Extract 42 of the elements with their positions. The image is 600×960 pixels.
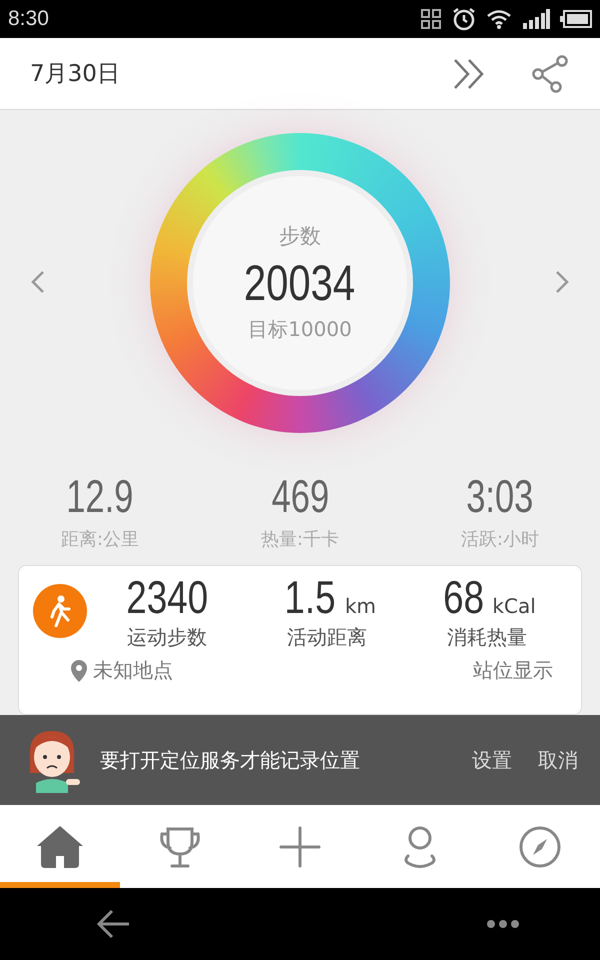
snackbar-action[interactable]: 取消 (538, 746, 578, 774)
metric-label: 运动步数 (127, 624, 207, 651)
metric-value: 68 (443, 570, 484, 624)
snackbar-action[interactable]: 设置 (472, 746, 512, 774)
metric-value: 1.5 (284, 570, 336, 624)
back-button[interactable] (96, 909, 130, 939)
next-day-button[interactable] (554, 270, 570, 294)
profile-icon (402, 826, 438, 868)
snackbar-message: 要打开定位服务才能记录位置 (100, 746, 361, 774)
wifi-icon (486, 8, 512, 30)
summary-label: 热量:千卡 (260, 528, 340, 551)
summary-value: 469 (271, 469, 329, 523)
metric-unit: km (344, 594, 376, 618)
forward-button[interactable] (452, 56, 486, 90)
location-pin-icon (71, 660, 87, 682)
metric-unit: kCal (492, 594, 536, 618)
summary-label: 距离:公里 (60, 528, 140, 551)
summary-value: 12.9 (66, 469, 134, 523)
metric-value: 2340 (126, 570, 208, 624)
summary-label: 活跃:小时 (460, 528, 540, 551)
compass-icon (519, 826, 561, 868)
trophy-icon (158, 826, 202, 868)
grid-icon (420, 8, 442, 30)
metric-label: 活动距离 (287, 624, 367, 651)
steps-label: 步数 (279, 223, 321, 250)
location-action[interactable]: 站位显示 (473, 657, 553, 684)
signal-icon (522, 9, 550, 29)
location-text: 未知地点 (93, 657, 174, 684)
more-button[interactable] (486, 919, 520, 929)
share-button[interactable] (532, 54, 570, 92)
previous-day-button[interactable] (30, 270, 46, 294)
steps-value: 20034 (244, 254, 356, 312)
summary-value: 3:03 (466, 469, 534, 523)
alarm-icon (452, 7, 476, 31)
metric-label: 消耗热量 (447, 624, 527, 651)
goal-label: 目标10000 (248, 316, 352, 343)
status-time: 8:30 (8, 7, 49, 31)
plus-icon (279, 826, 321, 868)
battery-icon (560, 10, 592, 28)
walking-badge-icon (33, 584, 87, 638)
date-title: 7月30日 (30, 60, 121, 89)
home-icon (37, 826, 83, 868)
